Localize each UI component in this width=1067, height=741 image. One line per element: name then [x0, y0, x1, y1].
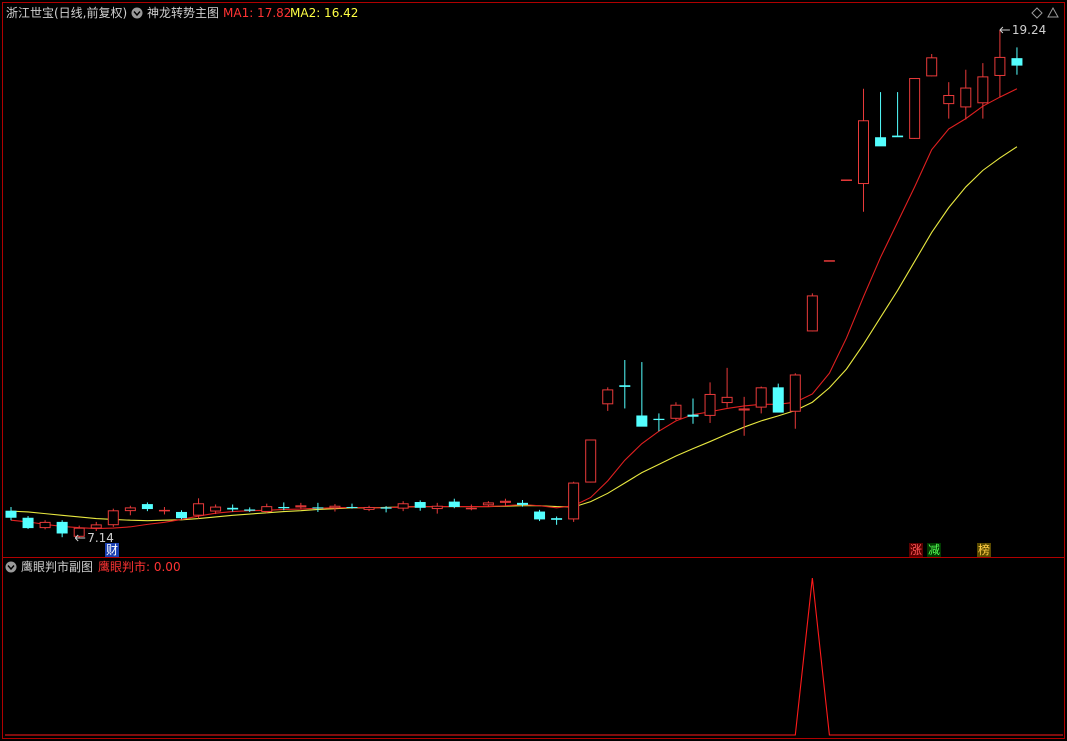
candlestick: [295, 502, 307, 509]
candlestick: [738, 396, 750, 436]
candlestick: [141, 502, 153, 512]
svg-text:榜: 榜: [978, 542, 990, 557]
stock-title: 浙江世宝(日线,前复权): [6, 5, 127, 20]
sub-indicator-menu-icon[interactable]: [5, 561, 17, 573]
candlestick: [755, 386, 767, 414]
candlestick: [636, 362, 648, 427]
sub-indicator-value: 鹰眼判市: 0.00: [98, 559, 181, 574]
candlestick: [261, 503, 273, 514]
ma1-label: MA1: 17.82: [223, 6, 291, 20]
candlestick: [227, 504, 239, 512]
stock-chart: 浙江世宝(日线,前复权) 神龙转势主图 MA1: 17.82 MA2: 16.4…: [2, 2, 1065, 739]
candlestick: [823, 260, 835, 262]
diamond-icon[interactable]: [1031, 7, 1043, 19]
triangle-up-icon[interactable]: [1047, 6, 1059, 18]
candlestick: [806, 293, 818, 332]
high-price-label: 19.24: [1012, 23, 1046, 37]
candlestick: [397, 501, 409, 512]
candlestick: [551, 516, 563, 525]
candlestick: [39, 520, 51, 530]
candlestick: [107, 508, 119, 527]
candlestick: [448, 498, 460, 509]
bang-marker[interactable]: 榜: [977, 542, 991, 557]
candlestick: [875, 92, 887, 147]
candlestick: [619, 359, 631, 409]
candlestick: [22, 516, 34, 529]
jian-marker[interactable]: 减: [927, 543, 941, 557]
sub-panel-frame: [2, 557, 1065, 739]
candlestick: [977, 63, 989, 119]
candlestick: [858, 88, 869, 212]
candlestick: [499, 498, 511, 506]
candlestick: [534, 509, 546, 522]
candlestick: [465, 504, 477, 511]
svg-text:财: 财: [106, 543, 118, 557]
candlestick: [312, 502, 324, 512]
ma2-label: MA2: 16.42: [290, 6, 358, 20]
candlestick: [721, 367, 733, 408]
candlestick: [431, 502, 443, 514]
main-indicator-menu-icon[interactable]: [131, 7, 143, 19]
eagle-eye-line: [5, 577, 1063, 736]
candlestick: [124, 505, 136, 516]
main-panel-frame: [2, 2, 1065, 558]
candlestick: [363, 505, 375, 512]
high-marker-arrow: [999, 26, 1010, 34]
candlestick: [568, 481, 580, 522]
financial-report-marker[interactable]: 财: [105, 543, 119, 557]
candlestick: [158, 506, 170, 515]
candlestick: [994, 30, 1006, 98]
candlestick: [329, 504, 341, 512]
zhang-marker[interactable]: 涨: [909, 542, 923, 557]
sub-indicator-name[interactable]: 鹰眼判市副图: [21, 559, 93, 574]
candlestick: [414, 500, 426, 511]
candlestick: [346, 503, 358, 509]
svg-text:减: 减: [928, 543, 940, 557]
candlestick: [90, 521, 102, 531]
candlestick: [602, 387, 614, 411]
candlestick: [704, 382, 716, 423]
candlestick: [670, 402, 682, 421]
candlestick: [56, 520, 68, 538]
main-indicator-name[interactable]: 神龙转势主图: [147, 5, 219, 20]
candlestick: [892, 92, 904, 138]
candlestick: [176, 510, 187, 520]
candlestick: [193, 498, 205, 519]
candlestick: [840, 179, 852, 181]
candlestick: [960, 69, 972, 120]
candlestick: [943, 82, 955, 119]
candlestick: [1011, 47, 1023, 75]
candlestick: [585, 439, 597, 483]
candlestick: [909, 78, 921, 139]
candlestick: [926, 54, 938, 77]
candlestick: [772, 383, 784, 413]
candlestick: [5, 506, 17, 521]
candlestick: [789, 373, 801, 429]
ma2-line: [10, 146, 1018, 522]
candlestick: [687, 398, 699, 424]
svg-text:涨: 涨: [910, 542, 922, 557]
